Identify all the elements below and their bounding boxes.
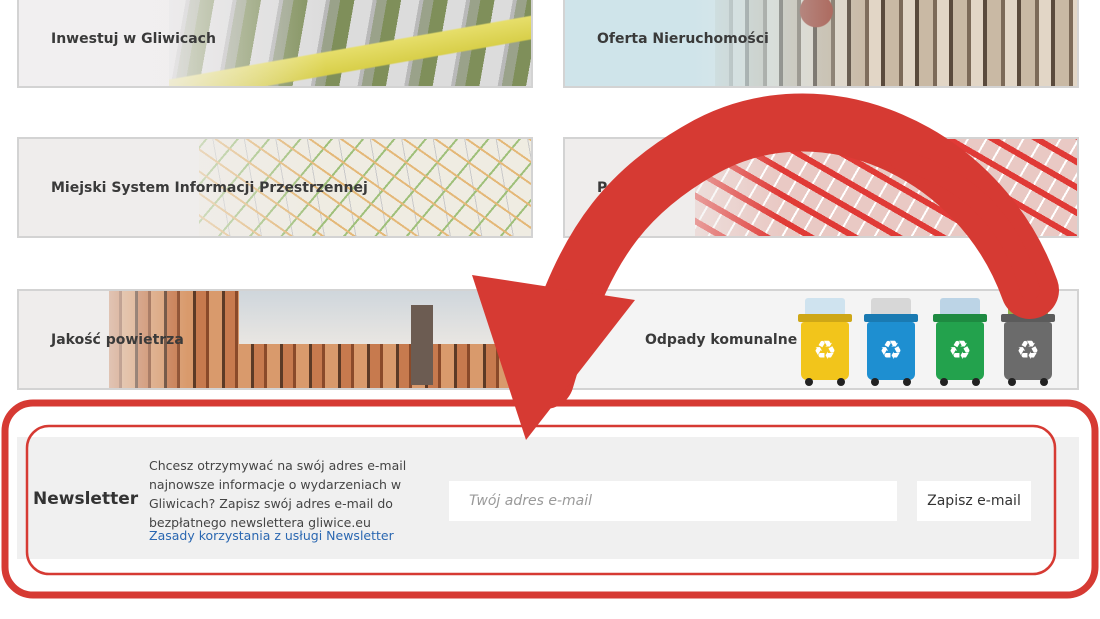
tile-label: Portal xyxy=(597,179,645,196)
newsletter-title: Newsletter xyxy=(33,489,139,509)
tile-odpady[interactable]: Odpady komunalne ♻ ♻ ♻ ♻ xyxy=(563,289,1079,390)
recycle-icon: ♻ xyxy=(948,336,972,366)
newsletter-description: Chcesz otrzymywać na swój adres e-mail n… xyxy=(149,458,407,530)
newsletter-panel: Newsletter Chcesz otrzymywać na swój adr… xyxy=(17,437,1079,559)
tile-label: Inwestuj w Gliwicach xyxy=(51,31,216,47)
tile-msip[interactable]: Miejski System Informacji Przestrzennej xyxy=(17,137,533,238)
tile-label: Miejski System Informacji Przestrzennej xyxy=(51,179,368,196)
yellow-bin-icon: ♻ xyxy=(801,322,849,386)
green-bin-icon: ♻ xyxy=(936,322,984,386)
gray-bin-icon: ♻ xyxy=(1004,322,1052,386)
blue-bin-icon: ♻ xyxy=(867,322,915,386)
email-input[interactable] xyxy=(449,481,897,521)
recycle-icon: ♻ xyxy=(879,336,903,366)
tile-jakosc-powietrza[interactable]: Jakość powietrza xyxy=(17,289,533,390)
tile-portal[interactable]: Portal xyxy=(563,137,1079,238)
newsletter-terms-link[interactable]: Zasady korzystania z usługi Newsletter xyxy=(149,528,394,543)
subscribe-button[interactable]: Zapisz e-mail xyxy=(917,481,1031,521)
recycle-icon: ♻ xyxy=(1016,336,1040,366)
tile-label: Jakość powietrza xyxy=(51,331,184,348)
recycle-icon: ♻ xyxy=(813,336,837,366)
tile-oferta-nieruchomosci[interactable]: Oferta Nieruchomości xyxy=(563,0,1079,88)
tile-label: Odpady komunalne xyxy=(645,331,798,348)
tile-label: Oferta Nieruchomości xyxy=(597,31,769,47)
tile-inwestuj[interactable]: Inwestuj w Gliwicach xyxy=(17,0,533,88)
